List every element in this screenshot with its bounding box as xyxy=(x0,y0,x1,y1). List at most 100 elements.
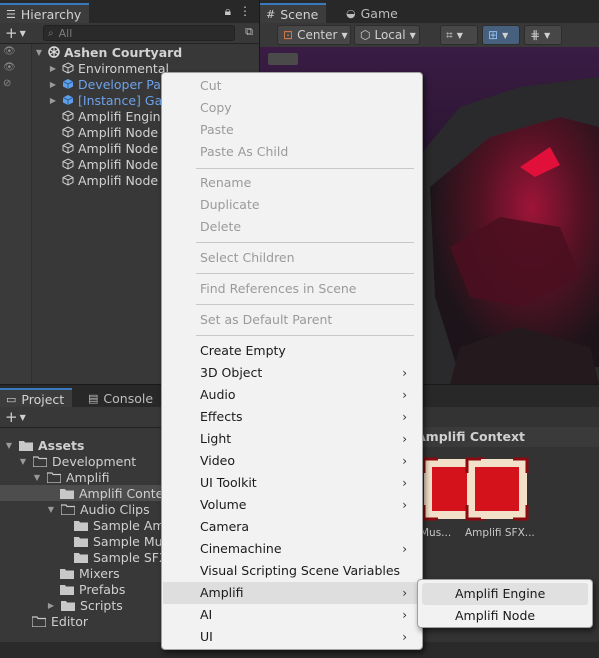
tree-item-assets[interactable]: ▼ Assets xyxy=(4,437,85,453)
submenu-arrow-icon: › xyxy=(402,608,407,622)
folder-icon xyxy=(60,568,74,579)
expand-arrow-icon[interactable]: ▼ xyxy=(34,48,44,57)
menu-item-delete[interactable]: Delete xyxy=(163,216,421,238)
menu-item-amplifi[interactable]: Amplifi › xyxy=(163,582,421,604)
menu-item-audio[interactable]: Audio › xyxy=(163,384,421,406)
asset-item[interactable] xyxy=(463,455,531,523)
menu-item-camera[interactable]: Camera xyxy=(163,516,421,538)
expand-arrow-icon[interactable]: ▼ xyxy=(32,473,42,482)
tree-item[interactable]: Prefabs xyxy=(60,581,125,597)
grid-snap-icon: ⌗ xyxy=(446,27,453,42)
tree-item[interactable]: Sample Amb xyxy=(74,517,173,533)
menu-item-effects[interactable]: Effects › xyxy=(163,406,421,428)
hierarchy-tabstrip: ☰ Hierarchy 🔒︎ ⋮ xyxy=(0,0,259,23)
menu-item-label: UI Toolkit xyxy=(200,475,257,490)
visibility-eye-icon[interactable]: 👁︎ xyxy=(3,62,16,73)
menu-item-paste[interactable]: Paste xyxy=(163,119,421,141)
visibility-eye-icon[interactable]: 👁︎ xyxy=(3,46,16,57)
asset-label: Mus... xyxy=(420,527,452,539)
menu-item-label: Video xyxy=(200,453,236,468)
local-space-icon: ⬡ xyxy=(360,28,371,42)
tree-item[interactable]: Editor xyxy=(32,613,88,629)
submenu-arrow-icon: › xyxy=(402,476,407,490)
menu-item-visual-scripting-scene-variables[interactable]: Visual Scripting Scene Variables xyxy=(163,560,421,582)
grid-visibility-button[interactable]: ⊞ ▼ xyxy=(482,25,520,45)
menu-item-find-references[interactable]: Find References in Scene xyxy=(163,278,421,300)
menu-item-cut[interactable]: Cut xyxy=(163,75,421,97)
increment-snap-button[interactable]: ⋕ ▼ xyxy=(524,25,562,45)
view-tools-overlay[interactable] xyxy=(268,53,298,65)
grid-icon: ⊞ xyxy=(488,28,499,42)
tab-hierarchy[interactable]: ☰ Hierarchy xyxy=(0,3,90,23)
lock-icon[interactable]: 🔒︎ xyxy=(225,4,231,19)
collapsed-arrow-icon[interactable]: ▶ xyxy=(48,96,58,105)
tree-item[interactable]: Mixers xyxy=(60,565,120,581)
tree-item-label: Mixers xyxy=(79,565,120,581)
menu-item-create-empty[interactable]: Create Empty xyxy=(163,340,421,362)
submenu-item-amplifi-engine[interactable]: Amplifi Engine xyxy=(422,583,588,605)
project-create-button[interactable]: + ▼ xyxy=(5,408,26,426)
hierarchy-item[interactable]: ▶ Environmental xyxy=(48,60,169,76)
menu-item-label: Camera xyxy=(200,519,250,534)
collapsed-arrow-icon[interactable]: ▶ xyxy=(48,80,58,89)
grid-snap-button[interactable]: ⌗ ▼ xyxy=(440,25,478,45)
hierarchy-item[interactable]: Amplifi Engine xyxy=(62,108,168,124)
hierarchy-toolbar: + ▼ ⌕ All ⧉ xyxy=(0,23,259,44)
menu-item-rename[interactable]: Rename xyxy=(163,172,421,194)
create-button[interactable]: + ▼ xyxy=(5,24,26,42)
submenu-item-amplifi-node[interactable]: Amplifi Node xyxy=(422,605,588,627)
menu-item-paste-as-child[interactable]: Paste As Child xyxy=(163,141,421,163)
expand-arrow-icon[interactable]: ▼ xyxy=(4,441,14,450)
hierarchy-item[interactable]: Amplifi Node xyxy=(62,172,158,188)
search-filter-icon[interactable]: ⧉ xyxy=(245,25,253,39)
more-options-icon[interactable]: ⋮ xyxy=(239,4,251,19)
tree-item[interactable]: ▼ Development xyxy=(18,453,136,469)
menu-item-cinemachine[interactable]: Cinemachine › xyxy=(163,538,421,560)
menu-item-ui-toolkit[interactable]: UI Toolkit › xyxy=(163,472,421,494)
tab-console[interactable]: ▤ Console xyxy=(82,388,161,408)
menu-item-3d-object[interactable]: 3D Object › xyxy=(163,362,421,384)
tree-item-label: Editor xyxy=(51,613,88,629)
tree-item[interactable]: Sample Musi xyxy=(74,533,173,549)
expand-arrow-icon[interactable]: ▼ xyxy=(18,457,28,466)
space-local-dropdown[interactable]: ⬡ Local ▼ xyxy=(354,25,420,45)
gameobject-icon xyxy=(62,174,74,186)
menu-item-label: Volume xyxy=(200,497,247,512)
menu-item-ai[interactable]: AI › xyxy=(163,604,421,626)
pivot-icon: ⊡ xyxy=(283,28,294,42)
collapsed-arrow-icon[interactable]: ▶ xyxy=(46,601,56,610)
submenu-arrow-icon: › xyxy=(402,630,407,644)
menu-item-video[interactable]: Video › xyxy=(163,450,421,472)
console-icon: ▤ xyxy=(88,391,99,405)
hierarchy-search-input[interactable]: ⌕ All xyxy=(43,25,235,41)
tree-item[interactable]: ▶ Scripts xyxy=(46,597,123,613)
menu-item-select-children[interactable]: Select Children xyxy=(163,247,421,269)
scene-tabstrip: # Scene ◒ Game xyxy=(260,0,599,23)
menu-item-light[interactable]: Light › xyxy=(163,428,421,450)
pivot-label: Center xyxy=(297,28,338,42)
menu-item-set-default-parent[interactable]: Set as Default Parent xyxy=(163,309,421,331)
tree-item[interactable]: ▼ Audio Clips xyxy=(46,501,150,517)
menu-item-volume[interactable]: Volume › xyxy=(163,494,421,516)
tree-item[interactable]: ▼ Amplifi xyxy=(32,469,110,485)
tab-project[interactable]: ▭ Project xyxy=(0,388,73,408)
menu-separator xyxy=(196,168,414,169)
menu-item-ui[interactable]: UI › xyxy=(163,626,421,648)
scene-row[interactable]: ▼ Ashen Courtyard xyxy=(34,44,182,60)
folder-icon xyxy=(60,488,74,499)
dropdown-arrow-icon: ▼ xyxy=(19,412,26,422)
collapsed-arrow-icon[interactable]: ▶ xyxy=(48,64,58,73)
scene-name: Ashen Courtyard xyxy=(64,44,183,60)
expand-arrow-icon[interactable]: ▼ xyxy=(46,505,56,514)
tree-item-label: Assets xyxy=(38,437,85,453)
menu-item-duplicate[interactable]: Duplicate xyxy=(163,194,421,216)
tree-item[interactable]: Sample SFX xyxy=(74,549,168,565)
hidden-eye-icon[interactable]: ⊘ xyxy=(3,78,11,89)
pivot-center-dropdown[interactable]: ⊡ Center ▼ xyxy=(277,25,351,45)
tab-scene[interactable]: # Scene xyxy=(260,3,327,23)
prefab-icon xyxy=(62,79,74,89)
gameobject-icon xyxy=(62,142,74,154)
folder-icon xyxy=(19,440,33,451)
tab-game[interactable]: ◒ Game xyxy=(340,3,406,23)
menu-item-copy[interactable]: Copy xyxy=(163,97,421,119)
